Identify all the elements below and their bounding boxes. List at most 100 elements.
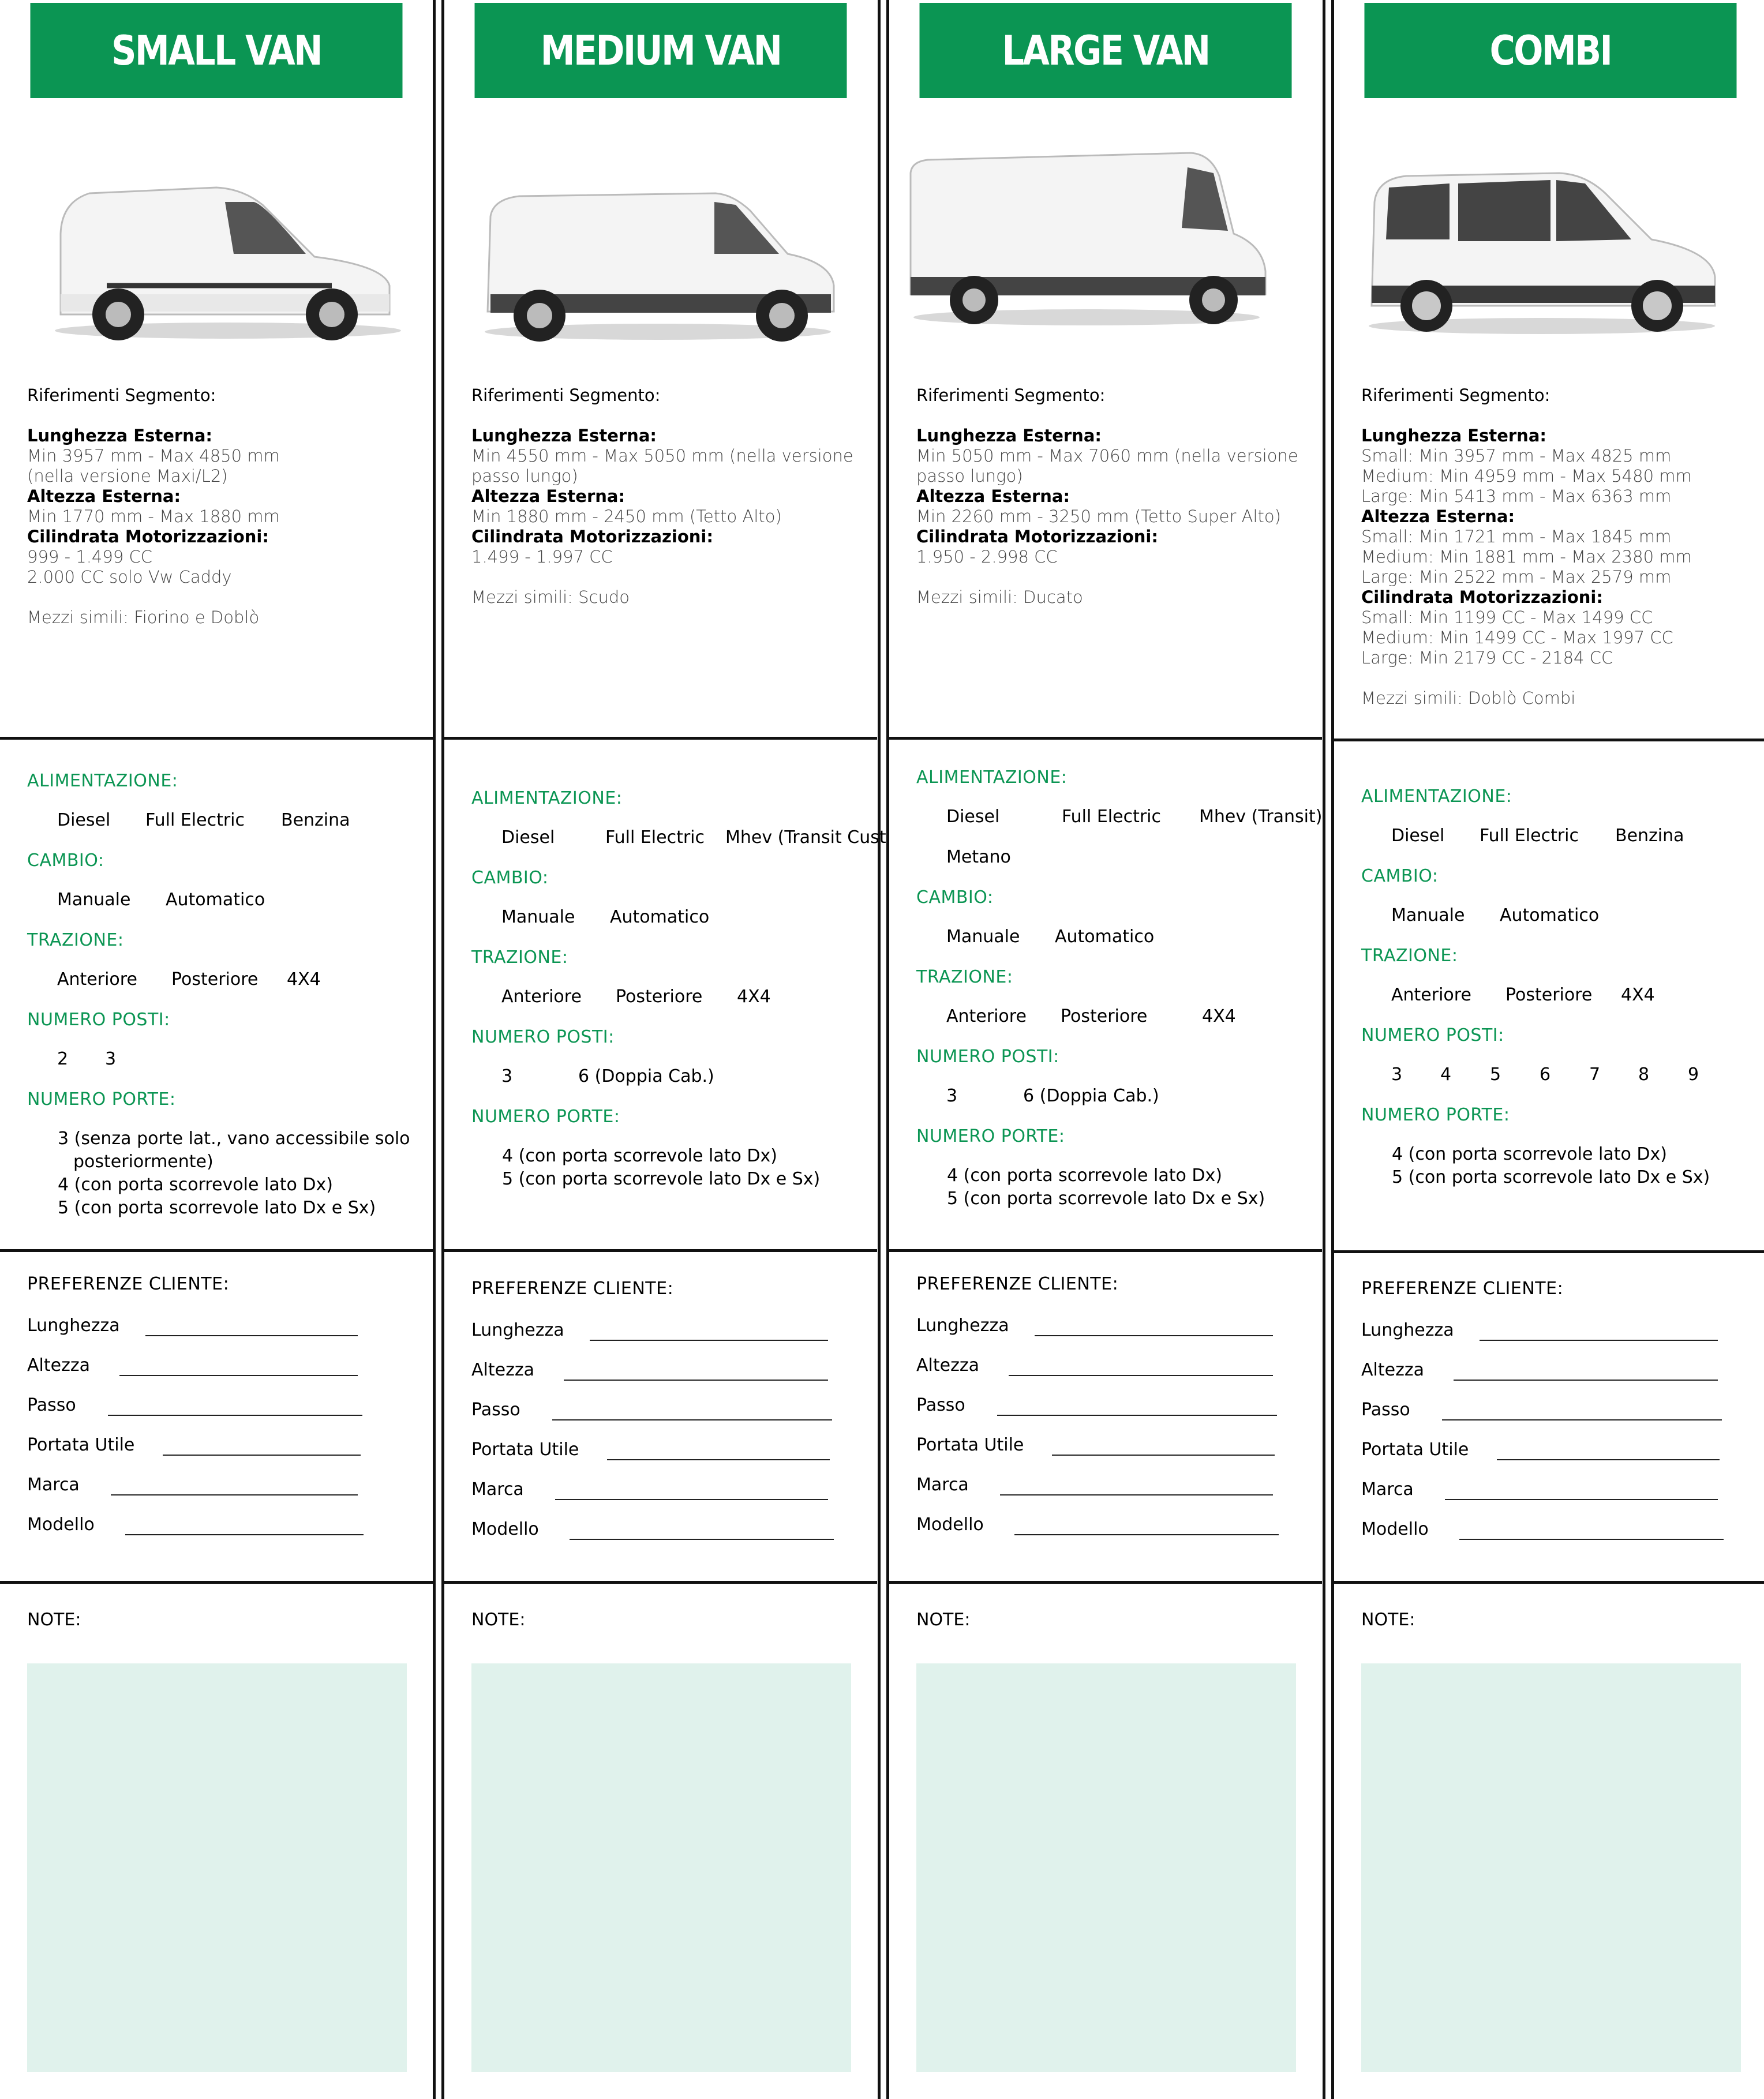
preference-input-line[interactable] (125, 1534, 364, 1535)
gearbox-option[interactable]: Automatico (610, 907, 709, 927)
seats-option[interactable]: 3 (105, 1049, 116, 1069)
preference-input-line[interactable] (1454, 1380, 1718, 1381)
gearbox-option[interactable]: Automatico (1055, 927, 1154, 947)
seats-section-title: NUMERO POSTI: (471, 1027, 615, 1047)
preference-input-line[interactable] (145, 1335, 358, 1336)
notes-area[interactable] (471, 1663, 851, 2072)
preference-input-line[interactable] (111, 1494, 358, 1495)
traction-option[interactable]: 4X4 (1202, 1006, 1236, 1026)
fuel-option[interactable]: Diesel (1391, 826, 1444, 846)
door-option[interactable]: 5 (con porta scorrevole lato Dx e Sx) (58, 1198, 376, 1218)
fuel-option[interactable]: Metano (946, 847, 1011, 867)
seats-option[interactable]: 6 (1540, 1065, 1550, 1085)
height-value: Min 1770 mm - Max 1880 mm (27, 507, 280, 526)
similar-vehicles: Mezzi simili: Fiorino e Doblò (27, 608, 260, 627)
traction-option[interactable]: Posteriore (171, 969, 258, 989)
preference-input-line[interactable] (564, 1380, 828, 1381)
preference-input-line[interactable] (1459, 1539, 1724, 1540)
traction-option[interactable]: Anteriore (501, 987, 582, 1007)
traction-option[interactable]: 4X4 (1621, 985, 1655, 1005)
doors-section-title: NUMERO PORTE: (1361, 1105, 1510, 1125)
preference-input-line[interactable] (119, 1375, 358, 1376)
door-option[interactable]: 5 (con porta scorrevole lato Dx e Sx) (502, 1169, 820, 1189)
preference-label: Lunghezza (27, 1315, 120, 1336)
traction-option[interactable]: Posteriore (1061, 1006, 1147, 1026)
column-separator (886, 0, 889, 2099)
column-large-van: LARGE VAN Riferimenti Segmento: Lunghezza… (889, 0, 1322, 2099)
notes-area[interactable] (1361, 1663, 1741, 2072)
traction-option[interactable]: Anteriore (1391, 985, 1471, 1005)
door-option[interactable]: 4 (con porta scorrevole lato Dx) (58, 1175, 333, 1195)
gearbox-option[interactable]: Automatico (1500, 905, 1599, 925)
preference-input-line[interactable] (607, 1459, 830, 1460)
seats-option[interactable]: 2 (57, 1049, 68, 1069)
traction-option[interactable]: 4X4 (737, 987, 771, 1007)
height-value: Min 1880 mm - 2450 mm (Tetto Alto) (471, 507, 782, 526)
door-option[interactable]: 5 (con porta scorrevole lato Dx e Sx) (947, 1189, 1265, 1209)
seats-option[interactable]: 3 (946, 1086, 957, 1106)
door-option[interactable]: 3 (senza porte lat., vano accessibile so… (58, 1129, 410, 1149)
preference-input-line[interactable] (570, 1539, 834, 1540)
combi-image (1357, 138, 1726, 348)
fuel-option[interactable]: Benzina (281, 810, 350, 830)
preference-input-line[interactable] (1000, 1494, 1273, 1495)
door-option[interactable]: 4 (con porta scorrevole lato Dx) (1392, 1144, 1667, 1164)
fuel-option[interactable]: Full Electric (145, 810, 245, 830)
notes-area[interactable] (916, 1663, 1296, 2072)
preference-input-line[interactable] (1445, 1499, 1718, 1500)
preference-label: Passo (27, 1395, 76, 1415)
preference-input-line[interactable] (1014, 1534, 1279, 1535)
ref-title: Riferimenti Segmento: (1361, 385, 1550, 405)
gearbox-section-title: CAMBIO: (1361, 866, 1439, 886)
fuel-option[interactable]: Full Electric (1062, 807, 1161, 827)
door-option[interactable]: 5 (con porta scorrevole lato Dx e Sx) (1392, 1167, 1710, 1187)
seats-option[interactable]: 9 (1688, 1065, 1699, 1085)
preference-input-line[interactable] (1442, 1419, 1722, 1420)
seats-option[interactable]: 6 (Doppia Cab.) (578, 1066, 714, 1086)
customer-preferences-title: PREFERENZE CLIENTE: (471, 1279, 674, 1299)
fuel-option[interactable]: Diesel (946, 807, 999, 827)
traction-option[interactable]: Anteriore (57, 969, 137, 989)
seats-option[interactable]: 3 (1391, 1065, 1402, 1085)
seats-option[interactable]: 5 (1490, 1065, 1501, 1085)
traction-option[interactable]: Posteriore (1505, 985, 1592, 1005)
preference-input-line[interactable] (1052, 1455, 1275, 1456)
preference-input-line[interactable] (997, 1415, 1277, 1416)
seats-option[interactable]: 3 (501, 1066, 512, 1086)
fuel-option[interactable]: Full Electric (605, 827, 705, 848)
height-label: Altezza Esterna: (1361, 507, 1515, 526)
seats-option[interactable]: 4 (1440, 1065, 1451, 1085)
fuel-option[interactable]: Mhev (Transit) (1199, 807, 1322, 827)
fuel-option[interactable]: Diesel (501, 827, 555, 848)
gearbox-option[interactable]: Manuale (1391, 905, 1465, 925)
fuel-option[interactable]: Full Electric (1480, 826, 1579, 846)
fuel-option[interactable]: Diesel (57, 810, 110, 830)
preference-input-line[interactable] (108, 1415, 362, 1416)
door-option[interactable]: 4 (con porta scorrevole lato Dx) (947, 1165, 1222, 1186)
door-option[interactable]: 4 (con porta scorrevole lato Dx) (502, 1146, 777, 1166)
door-option[interactable]: posteriormente) (73, 1152, 214, 1172)
preference-input-line[interactable] (1035, 1335, 1273, 1336)
seats-option[interactable]: 6 (Doppia Cab.) (1023, 1086, 1159, 1106)
preference-input-line[interactable] (590, 1340, 828, 1341)
notes-area[interactable] (27, 1663, 407, 2072)
gearbox-option[interactable]: Automatico (166, 890, 265, 910)
gearbox-section-title: CAMBIO: (27, 850, 104, 871)
preference-input-line[interactable] (1497, 1459, 1720, 1460)
seats-option[interactable]: 8 (1638, 1065, 1649, 1085)
gearbox-option[interactable]: Manuale (946, 927, 1020, 947)
seats-option[interactable]: 7 (1589, 1065, 1600, 1085)
traction-option[interactable]: Posteriore (616, 987, 702, 1007)
preference-input-line[interactable] (1480, 1340, 1718, 1341)
preference-input-line[interactable] (555, 1499, 828, 1500)
gearbox-option[interactable]: Manuale (57, 890, 130, 910)
preference-input-line[interactable] (163, 1455, 361, 1456)
traction-option[interactable]: Anteriore (946, 1006, 1027, 1026)
preference-input-line[interactable] (1009, 1375, 1273, 1376)
fuel-option[interactable]: Benzina (1615, 826, 1684, 846)
gearbox-option[interactable]: Manuale (501, 907, 575, 927)
preference-label: Passo (1361, 1400, 1410, 1420)
preference-input-line[interactable] (552, 1419, 832, 1420)
traction-option[interactable]: 4X4 (287, 969, 321, 989)
